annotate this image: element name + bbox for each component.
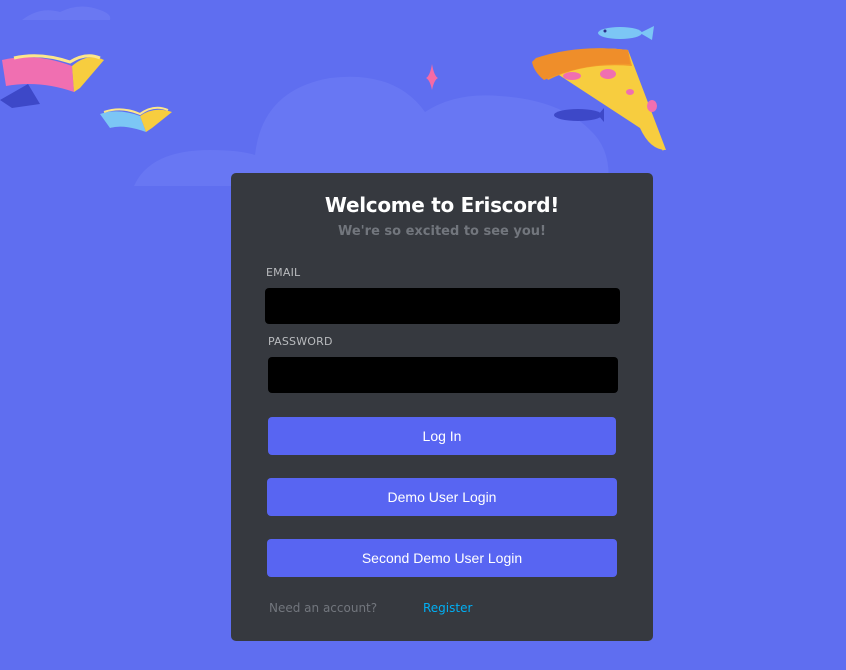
small-cloud-icon <box>22 6 111 20</box>
login-page: Welcome to Eriscord! We're so excited to… <box>0 0 846 670</box>
pizza-icon <box>532 48 666 151</box>
sparkle-icon <box>426 64 438 90</box>
fish-icon-dark <box>554 108 604 122</box>
book-icon <box>0 54 104 108</box>
second-demo-user-login-button[interactable]: Second Demo User Login <box>267 539 617 577</box>
book-icon-small <box>100 106 172 132</box>
cloud-icon <box>134 76 609 186</box>
page-title: Welcome to Eriscord! <box>324 193 560 217</box>
login-card: Welcome to Eriscord! We're so excited to… <box>231 173 653 641</box>
register-link[interactable]: Register <box>423 601 472 615</box>
login-button[interactable]: Log In <box>268 417 616 455</box>
demo-user-login-button[interactable]: Demo User Login <box>267 478 617 516</box>
email-field[interactable] <box>265 288 620 324</box>
password-field[interactable] <box>268 357 618 393</box>
fish-icon <box>598 26 654 40</box>
email-label: EMAIL <box>266 266 301 279</box>
password-label: PASSWORD <box>268 335 333 348</box>
need-account-text: Need an account? <box>269 601 378 615</box>
page-subtitle: We're so excited to see you! <box>337 224 546 239</box>
